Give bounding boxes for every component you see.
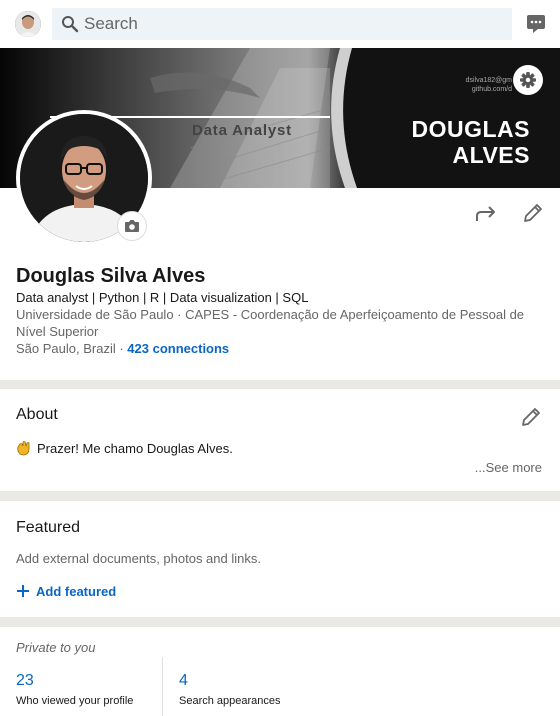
banner-contact: dsilva182@gm github.com/d (466, 76, 512, 94)
see-more-link[interactable]: ...See more (475, 460, 542, 475)
banner-role-text: Data Analyst (192, 122, 292, 139)
featured-title: Featured (16, 519, 81, 536)
stat-value: 23 (16, 672, 34, 689)
profile-location-line: São Paulo, Brazil · 423 connections (16, 341, 229, 356)
top-bar: Search (0, 0, 560, 48)
connections-link[interactable]: 423 connections (127, 341, 229, 356)
camera-icon (125, 220, 139, 232)
edit-photo-button[interactable] (117, 211, 147, 241)
search-placeholder: Search (84, 14, 138, 33)
edit-banner-button[interactable] (513, 65, 543, 95)
profile-views-stat[interactable]: 23 Who viewed your profile (16, 672, 133, 707)
messaging-icon[interactable] (524, 12, 548, 36)
about-text-line: Prazer! Me chamo Douglas Alves. (16, 440, 233, 456)
banner-name: DOUGLAS ALVES (412, 116, 531, 168)
waving-hand-icon (17, 441, 30, 456)
banner-email: dsilva182@gm (465, 77, 512, 84)
add-featured-label: Add featured (36, 584, 117, 599)
search-icon (62, 16, 79, 33)
edit-icon[interactable] (521, 201, 545, 225)
profile-headline: Data analyst | Python | R | Data visuali… (16, 290, 309, 305)
gear-icon (520, 72, 536, 88)
featured-section: Featured Add external documents, photos … (0, 501, 560, 617)
about-title: About (16, 406, 58, 423)
analytics-section: Private to you 23 Who viewed your profil… (0, 627, 560, 716)
about-text: Prazer! Me chamo Douglas Alves. (37, 441, 233, 456)
featured-description: Add external documents, photos and links… (16, 551, 261, 566)
banner-github: github.com/d (471, 86, 512, 93)
stat-divider (162, 657, 163, 716)
banner-name-line2: ALVES (452, 142, 530, 168)
banner-name-line1: DOUGLAS (411, 116, 530, 142)
profile-location: São Paulo, Brazil (16, 341, 116, 356)
about-section: About Prazer! Me chamo Douglas Alves. ..… (0, 389, 560, 491)
location-separator: · (115, 341, 128, 356)
private-label: Private to you (16, 640, 96, 655)
stat-value: 4 (179, 672, 188, 689)
profile-education: Universidade de São Paulo · CAPES - Coor… (16, 307, 525, 339)
avatar-image (15, 11, 41, 37)
profile-name: Douglas Silva Alves (16, 265, 206, 287)
add-featured-button[interactable]: Add featured (16, 584, 116, 599)
search-input[interactable]: Search (52, 8, 512, 40)
stat-label: Who viewed your profile (16, 695, 134, 707)
search-appearances-stat[interactable]: 4 Search appearances (179, 672, 281, 707)
user-avatar[interactable] (15, 11, 41, 37)
profile-card: Data Analyst dsilva182@gm github.com/d D… (0, 48, 560, 380)
share-icon[interactable] (474, 202, 498, 226)
stat-label: Search appearances (179, 695, 281, 707)
edit-icon[interactable] (519, 405, 543, 429)
plus-icon (17, 585, 29, 597)
